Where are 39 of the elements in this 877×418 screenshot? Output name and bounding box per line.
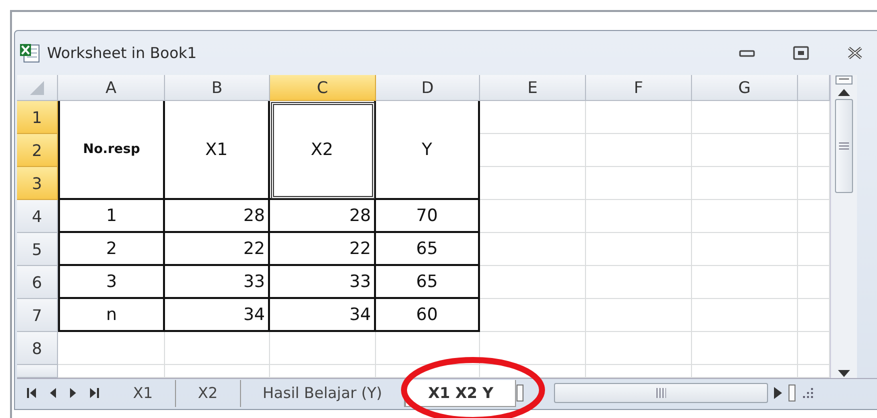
table-cell: 22 [270, 233, 376, 266]
table-cell: 33 [270, 266, 376, 299]
header-cell: Y [376, 101, 480, 200]
header-cell: No.resp [58, 101, 165, 200]
row-header[interactable]: 4 [17, 200, 58, 233]
sheet-tab[interactable]: X2 [176, 380, 241, 406]
column-header[interactable]: D [376, 75, 480, 101]
row-header[interactable]: 8 [17, 332, 58, 365]
column-header[interactable]: F [586, 75, 692, 101]
header-cell: X2 [270, 101, 376, 200]
table-cell: 2 [58, 233, 165, 266]
table-cell: 34 [270, 299, 376, 332]
row-header[interactable]: 6 [17, 266, 58, 299]
header-cell: X1 [165, 101, 270, 200]
column-header[interactable]: A [58, 75, 165, 101]
column-header[interactable]: G [692, 75, 798, 101]
column-header[interactable]: E [480, 75, 586, 101]
sheet-tab[interactable]: X1 [111, 380, 176, 406]
sheet-tab[interactable]: X1 X2 Y [405, 380, 516, 406]
table-cell: 65 [376, 266, 480, 299]
row-header[interactable]: 5 [17, 233, 58, 266]
window-title: Worksheet in Book1 [47, 44, 198, 62]
column-header[interactable]: B [165, 75, 270, 101]
table-cell: 3 [58, 266, 165, 299]
table-cell: n [58, 299, 165, 332]
table-cell: 1 [58, 200, 165, 233]
row-header[interactable]: 1 [17, 101, 58, 134]
row-header[interactable]: 2 [17, 134, 58, 167]
row-header[interactable]: 3 [17, 167, 58, 200]
table-cell: 60 [376, 299, 480, 332]
table-cell: 33 [165, 266, 270, 299]
row-header[interactable]: 7 [17, 299, 58, 332]
table-cell: 70 [376, 200, 480, 233]
column-header[interactable]: C [270, 75, 376, 101]
table-cell: 65 [376, 233, 480, 266]
table-cell: 28 [270, 200, 376, 233]
table-cell: 34 [165, 299, 270, 332]
table-cell: 22 [165, 233, 270, 266]
table-cell: 28 [165, 200, 270, 233]
